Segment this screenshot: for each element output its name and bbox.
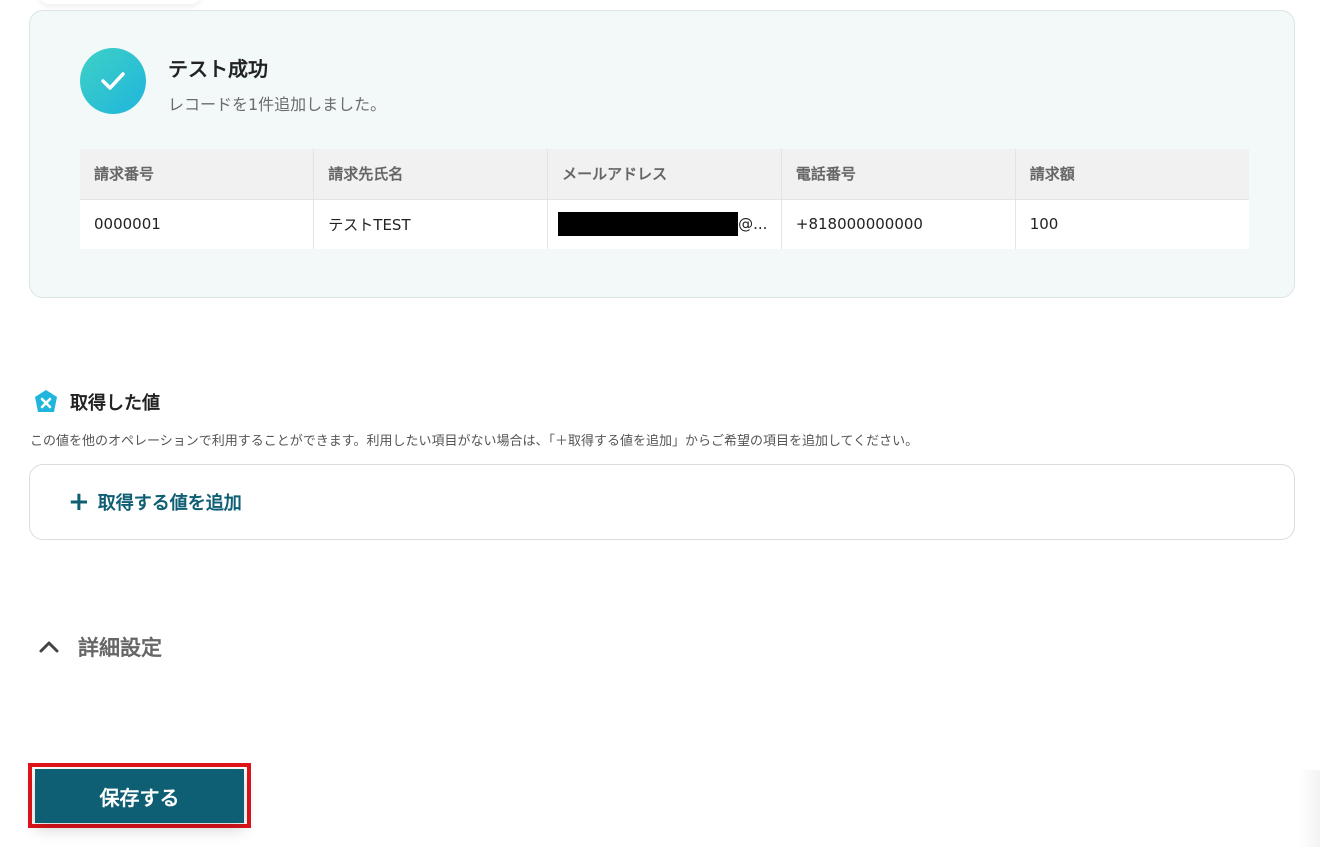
column-header: 請求額 xyxy=(1015,149,1249,199)
column-header: 請求番号 xyxy=(80,149,315,199)
success-check-icon xyxy=(80,48,146,114)
details-settings-label: 詳細設定 xyxy=(78,636,162,660)
column-header: 電話番号 xyxy=(781,149,1016,199)
add-value-button[interactable]: + 取得する値を追加 xyxy=(68,489,242,515)
table-row: 0000001 テストTEST @... +818000000000 100 xyxy=(80,198,1249,249)
result-subtitle: レコードを1件追加しました。 xyxy=(168,95,387,114)
values-section-description: この値を他のオペレーションで利用することができます。利用したい項目がない場合は、… xyxy=(30,434,919,449)
redacted-block xyxy=(558,212,739,237)
chevron-up-icon xyxy=(39,641,59,653)
plus-icon: + xyxy=(68,487,90,517)
top-card-edge xyxy=(40,0,200,4)
email-suffix: @... xyxy=(738,215,768,234)
column-header: 請求先氏名 xyxy=(313,149,549,199)
cell-amount: 100 xyxy=(1015,198,1249,249)
checkmark-icon xyxy=(101,72,125,90)
values-section-title: 取得した値 xyxy=(70,393,160,414)
result-title: テスト成功 xyxy=(168,57,268,81)
cell-invoice-no: 0000001 xyxy=(80,198,315,249)
column-header: メールアドレス xyxy=(547,149,782,199)
save-button[interactable]: 保存する xyxy=(35,769,244,823)
yoom-x-icon xyxy=(35,390,57,412)
table-header-row: 請求番号 請求先氏名 メールアドレス 電話番号 請求額 xyxy=(80,149,1249,199)
add-value-box: + 取得する値を追加 xyxy=(29,464,1295,540)
cell-email: @... xyxy=(547,198,782,249)
cell-phone: +818000000000 xyxy=(781,198,1016,249)
result-table: 請求番号 請求先氏名 メールアドレス 電話番号 請求額 0000001 テストT… xyxy=(80,149,1249,249)
test-result-card: テスト成功 レコードを1件追加しました。 請求番号 請求先氏名 メールアドレス … xyxy=(29,10,1295,298)
add-value-label: 取得する値を追加 xyxy=(97,493,242,514)
values-section-header: 取得した値 xyxy=(32,388,160,416)
details-settings-toggle[interactable]: 詳細設定 xyxy=(38,632,162,662)
scroll-edge-shadow xyxy=(1300,770,1320,847)
cell-customer-name: テストTEST xyxy=(313,198,549,249)
